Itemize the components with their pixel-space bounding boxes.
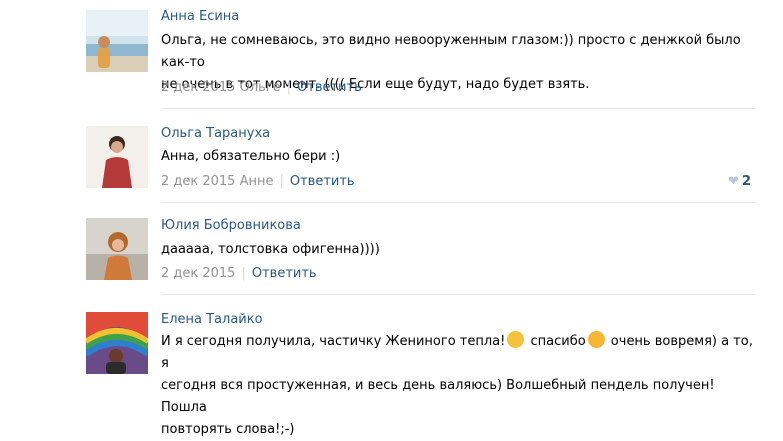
comment-meta: 2 дек 2015 Анне | Ответить — [161, 174, 355, 190]
author-name[interactable]: Елена Талайко — [161, 312, 263, 328]
reply-link[interactable]: Ответить — [290, 174, 355, 189]
comment-meta: 2 дек 2015 Ольге | Ответить — [161, 80, 362, 96]
comment-text-line: И я сегодня получила, частичку Жениного … — [161, 331, 761, 375]
comment-text-line: повторять слова!;-) — [161, 422, 295, 437]
avatar[interactable] — [86, 218, 148, 280]
like-count: 2 — [741, 174, 751, 189]
avatar[interactable] — [86, 126, 148, 188]
comments-thread: Анна Есина Ольга, не сомневаюсь, это вид… — [0, 0, 783, 437]
comment-text-line: дааааа, толстовка офигенна)))) — [161, 242, 380, 257]
comment-meta: 2 дек 2015 | Ответить — [161, 266, 317, 282]
reply-link[interactable]: Ответить — [297, 80, 362, 95]
comment-text: И я сегодня получила, частичку Жениного … — [161, 331, 761, 441]
comment-date[interactable]: 2 дек 2015 — [161, 266, 235, 281]
divider — [161, 202, 755, 203]
comment-text-line: Анна, обязательно бери :) — [161, 149, 341, 164]
avatar[interactable] — [86, 312, 148, 374]
separator: | — [279, 174, 284, 189]
divider — [161, 108, 755, 109]
author-name[interactable]: Ольга Тарануха — [161, 126, 270, 142]
comment-date[interactable]: 2 дек 2015 Анне — [161, 174, 273, 189]
divider — [161, 294, 755, 295]
like-button[interactable]: ❤ 2 — [728, 174, 751, 189]
reply-link[interactable]: Ответить — [252, 266, 317, 281]
comment-text-line: Ольга, не сомневаюсь, это видно невооруж… — [161, 33, 741, 70]
avatar[interactable] — [86, 10, 148, 72]
separator: | — [241, 266, 246, 281]
comment-text-segment: спасибо — [526, 334, 586, 349]
separator: | — [286, 80, 292, 95]
kissing-emoji-icon — [587, 331, 605, 348]
author-name[interactable]: Юлия Бобровникова — [161, 218, 301, 234]
comment-text: дааааа, толстовка офигенна)))) — [161, 239, 761, 261]
author-name[interactable]: Анна Есина — [161, 9, 239, 25]
comment-date[interactable]: 2 дек 2015 Ольге — [161, 80, 281, 95]
heart-icon: ❤ — [728, 174, 739, 189]
comment-text-line: сегодня вся простуженная, и весь день ва… — [161, 378, 715, 415]
comment-text-segment: И я сегодня получила, частичку Жениного … — [161, 334, 506, 349]
comment-text: Анна, обязательно бери :) — [161, 146, 761, 168]
smiling-emoji-icon — [507, 331, 525, 348]
